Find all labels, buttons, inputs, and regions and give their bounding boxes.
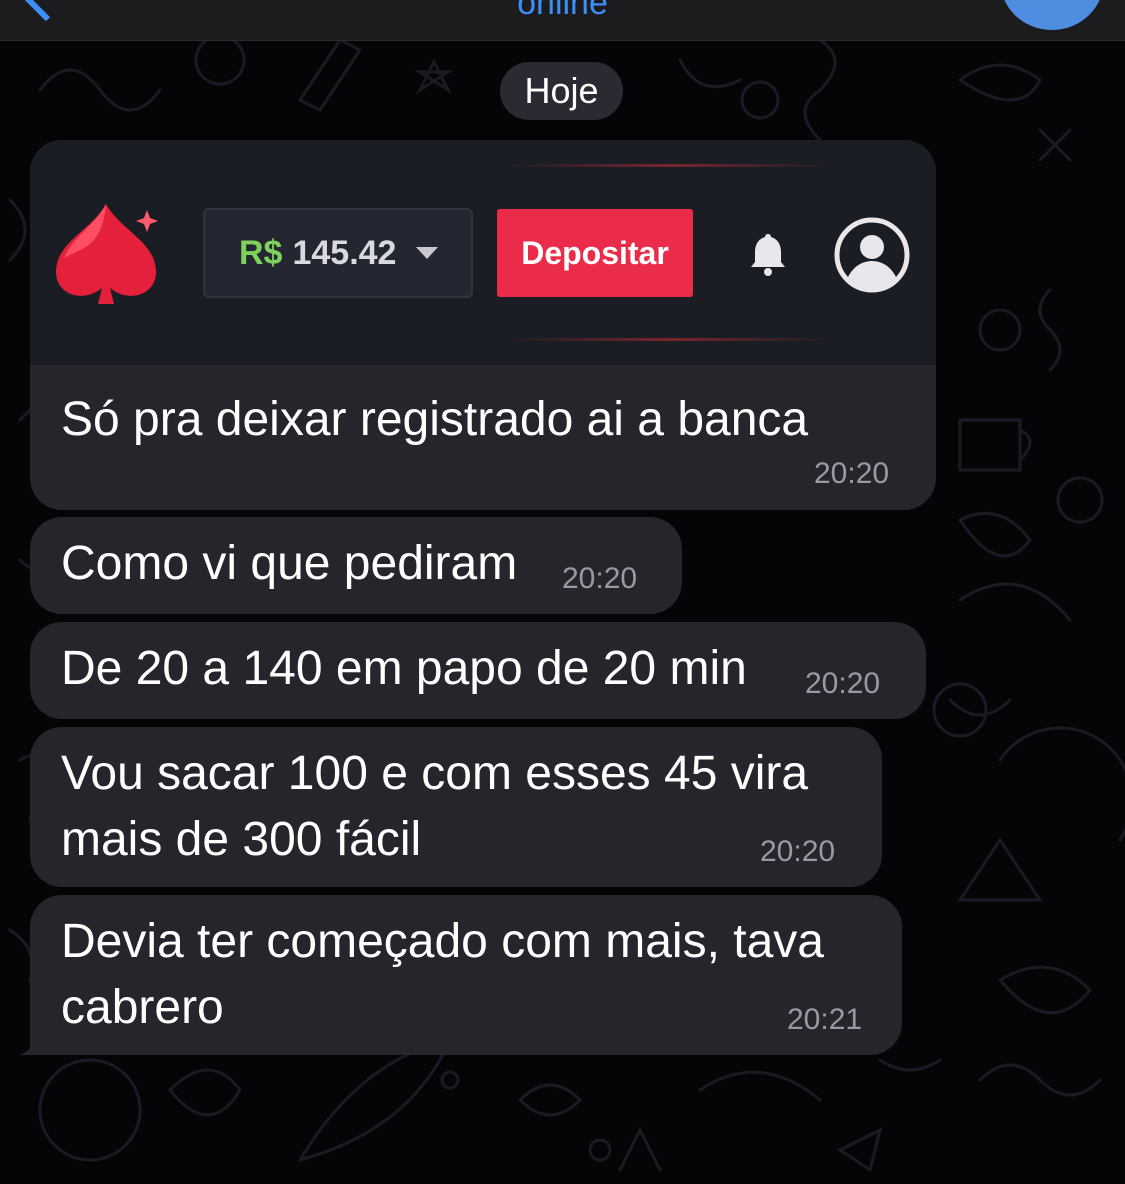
spade-logo-icon: [56, 204, 158, 304]
message-time: 20:20: [814, 457, 890, 490]
message-text: Como vi que pediram: [61, 537, 518, 590]
profile-icon[interactable]: [834, 217, 910, 293]
contact-avatar[interactable]: [1000, 0, 1104, 30]
attached-screenshot[interactable]: R$ 145.42 Depositar: [30, 140, 936, 365]
message-bubble[interactable]: Devia ter começado com mais, tava cabrer…: [30, 895, 902, 1055]
currency-label: R$: [239, 233, 283, 272]
balance-amount: 145.42: [292, 233, 397, 272]
message-bubble[interactable]: R$ 145.42 Depositar Só pra deixar regist…: [30, 140, 936, 510]
message-time: 20:20: [805, 667, 881, 700]
message-text: Devia ter começado com mais, tava cabrer…: [61, 915, 824, 1034]
message-text: De 20 a 140 em papo de 20 min: [61, 642, 747, 695]
message-time: 20:21: [787, 1003, 863, 1036]
bell-icon[interactable]: [750, 232, 786, 276]
message-bubble[interactable]: De 20 a 140 em papo de 20 min 20:20: [30, 622, 926, 719]
balance-selector[interactable]: R$ 145.42: [203, 208, 473, 298]
deposit-button[interactable]: Depositar: [497, 209, 693, 297]
glow-line: [510, 338, 830, 341]
message-time: 20:20: [562, 562, 638, 595]
dropdown-caret-icon: [416, 247, 439, 259]
contact-status: online: [517, 0, 608, 22]
message-bubble[interactable]: Como vi que pediram 20:20: [30, 517, 682, 614]
message-text: Só pra deixar registrado ai a banca: [61, 393, 809, 446]
date-separator: Hoje: [500, 62, 623, 120]
message-text: Vou sacar 100 e com esses 45 vira mais d…: [61, 747, 809, 866]
chat-header: online: [0, 0, 1125, 41]
glow-line: [510, 164, 830, 167]
message-bubble[interactable]: Vou sacar 100 e com esses 45 vira mais d…: [30, 727, 882, 887]
message-time: 20:20: [760, 835, 836, 868]
